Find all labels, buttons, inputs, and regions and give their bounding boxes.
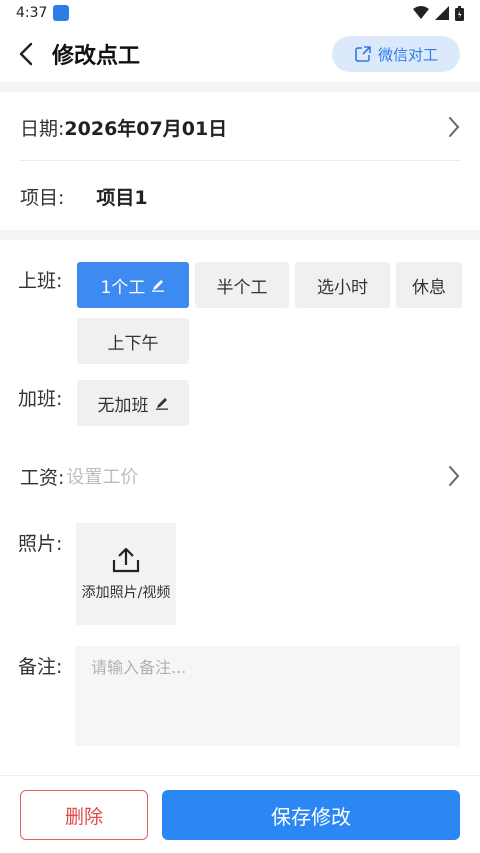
footer-bar: 删除 保存修改 — [0, 775, 480, 853]
signal-icon — [435, 6, 449, 20]
chevron-right-icon — [449, 117, 460, 137]
upload-icon — [112, 547, 140, 573]
shift-option-full-day[interactable]: 1个工 — [77, 262, 189, 308]
header: 修改点工 微信对工 — [0, 26, 480, 82]
shift-option-label: 休息 — [412, 277, 446, 298]
date-row[interactable]: 日期: 2026年07月01日 — [20, 104, 460, 150]
share-icon — [355, 46, 371, 62]
wechat-button-label: 微信对工 — [377, 45, 438, 64]
overtime-label: 加班: — [18, 388, 63, 410]
app-notification-icon — [53, 5, 70, 21]
project-label: 项目: — [20, 186, 65, 209]
wechat-check-button[interactable]: 微信对工 — [332, 36, 460, 72]
shift-option-label: 1个工 — [100, 277, 146, 298]
project-value: 项目1 — [96, 186, 148, 209]
shift-option-label: 选小时 — [317, 277, 368, 298]
project-row: 项目: 项目1 — [20, 173, 460, 219]
edit-pencil-icon — [155, 398, 168, 410]
date-value: 2026年07月01日 — [64, 117, 228, 140]
wage-placeholder: 设置工价 — [66, 467, 139, 488]
battery-icon — [455, 5, 464, 21]
shift-option-half-day[interactable]: 半个工 — [195, 262, 289, 308]
shift-option-rest[interactable]: 休息 — [396, 262, 462, 308]
save-changes-button[interactable]: 保存修改 — [162, 790, 460, 840]
shift-option-label: 上下午 — [107, 333, 159, 354]
shift-label: 上班: — [18, 270, 63, 292]
add-photo-text: 添加照片/视频 — [81, 585, 171, 601]
overtime-option[interactable]: 无加班 — [77, 380, 189, 426]
chevron-right-icon — [449, 466, 460, 486]
status-bar: 4:37 — [0, 0, 480, 26]
shift-option-label: 半个工 — [216, 277, 268, 298]
photo-label: 照片: — [18, 533, 63, 555]
section-divider — [0, 82, 480, 92]
back-arrow-icon — [19, 42, 33, 66]
overtime-value: 无加班 — [97, 395, 149, 416]
section-divider — [0, 230, 480, 240]
shift-option-hours[interactable]: 选小时 — [295, 262, 390, 308]
status-icons — [413, 5, 464, 21]
status-time: 4:37 — [16, 5, 48, 21]
wifi-icon — [413, 6, 429, 19]
wage-row[interactable]: 工资: 设置工价 — [20, 453, 460, 499]
row-divider — [20, 160, 460, 161]
remark-input[interactable] — [75, 646, 460, 746]
page-title: 修改点工 — [52, 44, 141, 69]
delete-button[interactable]: 删除 — [20, 790, 148, 840]
shift-option-am-pm[interactable]: 上下午 — [77, 318, 189, 364]
wage-label: 工资: — [20, 466, 65, 489]
remark-label: 备注: — [18, 656, 63, 678]
edit-pencil-icon — [152, 280, 165, 292]
back-button[interactable] — [4, 32, 48, 76]
add-photo-video-button[interactable]: 添加照片/视频 — [76, 523, 176, 625]
date-label: 日期: — [20, 117, 65, 140]
